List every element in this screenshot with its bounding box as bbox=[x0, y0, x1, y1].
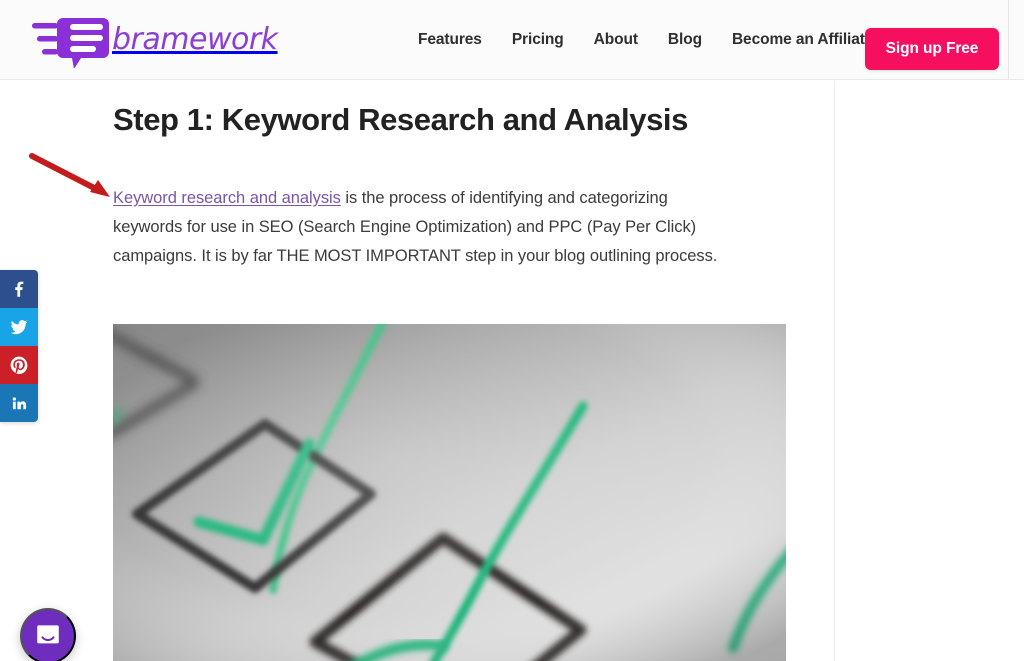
featured-image bbox=[113, 324, 786, 661]
nav-item-pricing[interactable]: Pricing bbox=[512, 31, 564, 49]
share-linkedin-button[interactable] bbox=[0, 384, 38, 422]
sign-up-free-button[interactable]: Sign up Free bbox=[865, 28, 999, 70]
share-facebook-button[interactable] bbox=[0, 270, 38, 308]
header-right-divider bbox=[1008, 0, 1009, 80]
share-twitter-button[interactable] bbox=[0, 308, 38, 346]
share-pinterest-button[interactable] bbox=[0, 346, 38, 384]
page-title: Step 1: Keyword Research and Analysis bbox=[113, 102, 688, 137]
intercom-chat-icon bbox=[35, 622, 61, 651]
pinterest-icon bbox=[10, 356, 28, 374]
nav-item-features[interactable]: Features bbox=[418, 31, 482, 49]
keyword-research-link[interactable]: Keyword research and analysis bbox=[113, 189, 341, 207]
content-sidebar-divider bbox=[834, 81, 835, 661]
speech-bubble-logo-icon bbox=[30, 12, 110, 69]
site-logo[interactable]: bramework bbox=[30, 10, 278, 70]
main-navigation: Features Pricing About Blog Become an Af… bbox=[418, 0, 873, 80]
chat-launcher-button[interactable] bbox=[20, 608, 76, 661]
article-paragraph: Keyword research and analysis is the pro… bbox=[113, 184, 735, 271]
linkedin-icon bbox=[11, 395, 27, 411]
social-share-rail bbox=[0, 270, 38, 422]
nav-item-about[interactable]: About bbox=[594, 31, 638, 49]
nav-item-become-an-affiliate[interactable]: Become an Affiliate bbox=[732, 31, 873, 49]
facebook-icon bbox=[11, 281, 28, 298]
nav-item-blog[interactable]: Blog bbox=[668, 31, 702, 49]
twitter-icon bbox=[10, 318, 28, 336]
site-header: bramework Features Pricing About Blog Be… bbox=[0, 0, 1024, 80]
logo-wordmark: bramework bbox=[112, 21, 278, 57]
article-body: Step 1: Keyword Research and Analysis Ke… bbox=[113, 81, 813, 270]
page-root: bramework Features Pricing About Blog Be… bbox=[0, 0, 1024, 661]
